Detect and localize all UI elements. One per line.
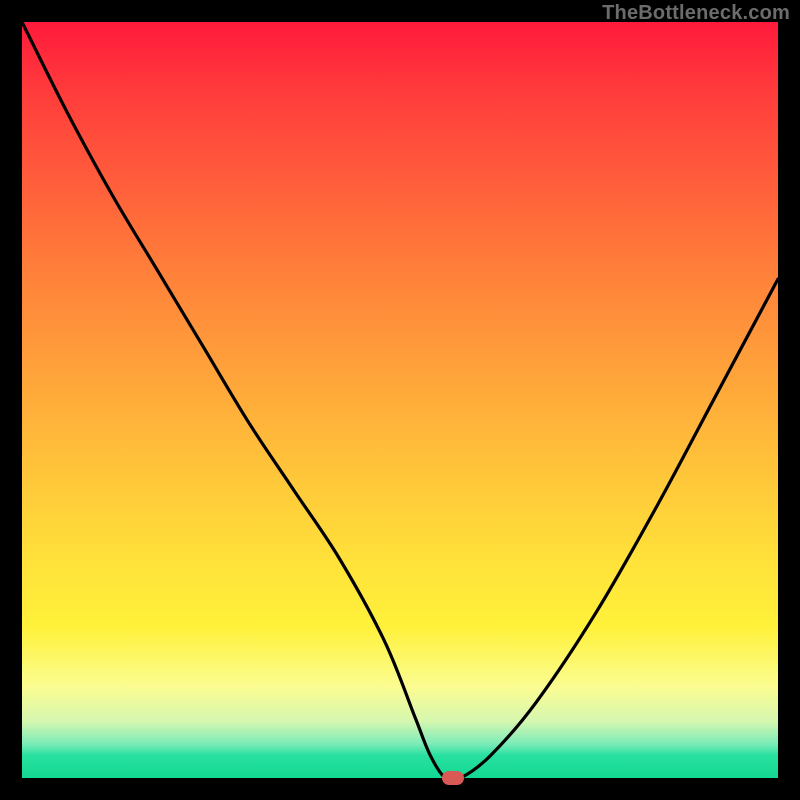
chart-frame: TheBottleneck.com (0, 0, 800, 800)
plot-area (22, 22, 778, 778)
optimal-point-marker (442, 771, 464, 785)
bottleneck-curve (22, 22, 778, 778)
